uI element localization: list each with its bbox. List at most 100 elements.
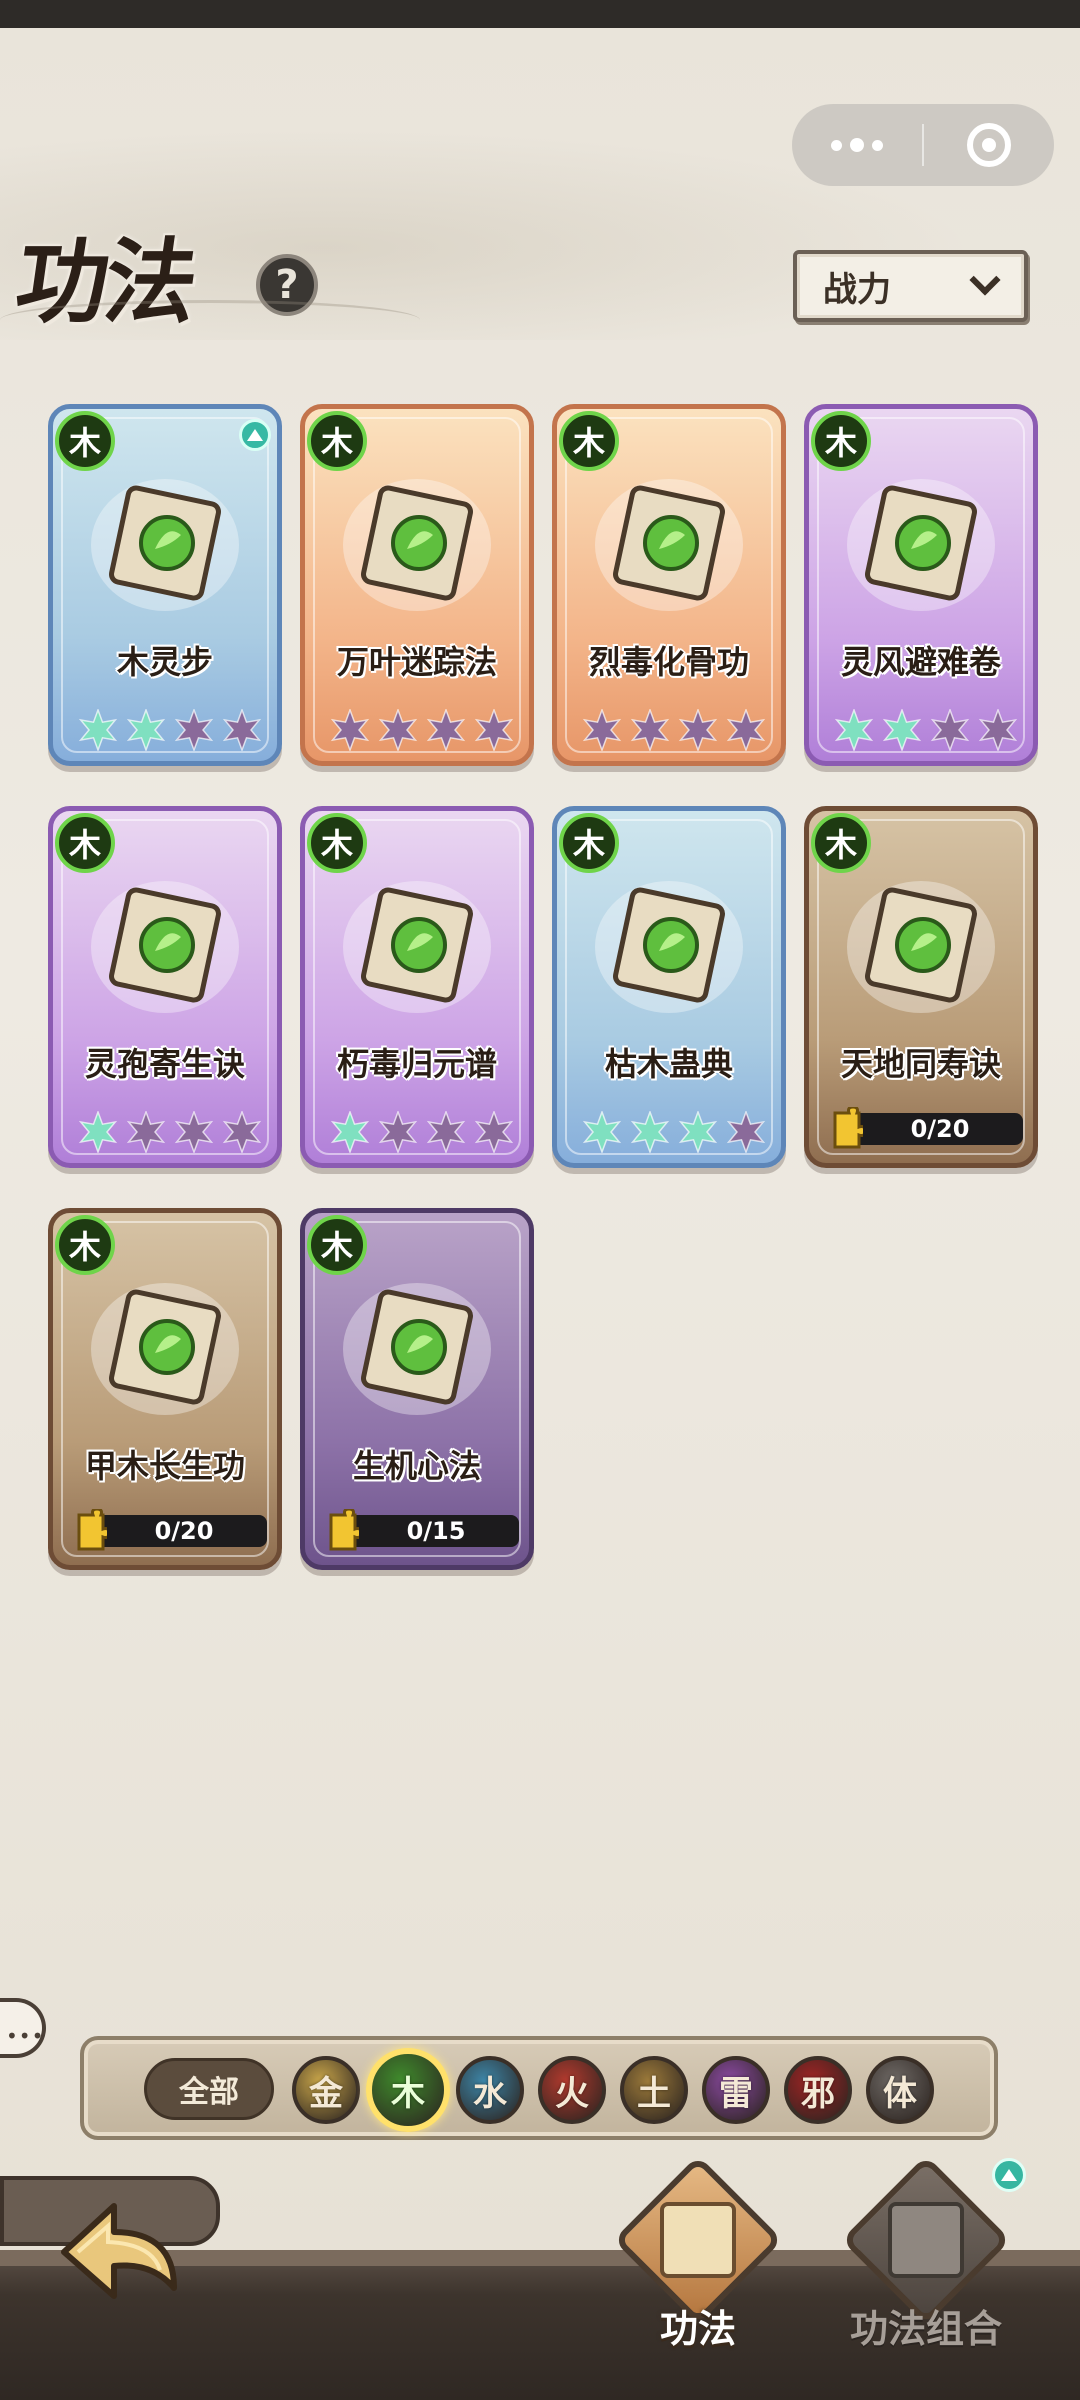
filter-element-button[interactable]: 雷 bbox=[702, 2056, 770, 2124]
skill-card[interactable]: 木枯木蛊典 bbox=[552, 806, 786, 1168]
filter-element-button[interactable]: 体 bbox=[866, 2056, 934, 2124]
star-rating bbox=[329, 1111, 515, 1153]
skill-book-icon bbox=[343, 881, 491, 1013]
element-badge: 木 bbox=[55, 411, 115, 471]
fragment-count: 0/20 bbox=[847, 1113, 1023, 1145]
star-rating bbox=[581, 709, 767, 751]
skill-book-icon bbox=[847, 881, 995, 1013]
star-icon bbox=[881, 709, 923, 751]
skill-name: 万叶迷踪法 bbox=[336, 643, 497, 681]
star-icon bbox=[677, 1111, 719, 1153]
element-badge: 木 bbox=[55, 1215, 115, 1275]
skill-card[interactable]: 木木灵步 bbox=[48, 404, 282, 766]
element-badge: 木 bbox=[307, 813, 367, 873]
element-badge: 木 bbox=[811, 813, 871, 873]
star-icon bbox=[125, 1111, 167, 1153]
upgrade-arrow-icon bbox=[239, 419, 271, 451]
star-icon bbox=[125, 709, 167, 751]
star-icon bbox=[173, 709, 215, 751]
skill-name: 朽毒归元谱 bbox=[336, 1045, 497, 1083]
cloud-decoration bbox=[0, 300, 420, 340]
puzzle-piece-icon bbox=[77, 1509, 107, 1551]
chat-bubble-icon[interactable]: ••• bbox=[0, 1998, 46, 2058]
target-icon[interactable] bbox=[924, 104, 1054, 186]
element-badge: 木 bbox=[559, 813, 619, 873]
tab-gongfa-label: 功法 bbox=[659, 2307, 736, 2351]
star-rating bbox=[329, 709, 515, 751]
skill-card[interactable]: 木万叶迷踪法 bbox=[300, 404, 534, 766]
star-icon bbox=[221, 1111, 263, 1153]
status-bar bbox=[0, 0, 1080, 28]
fragment-progress: 0/15 bbox=[325, 1509, 521, 1551]
skill-book-icon bbox=[343, 479, 491, 611]
star-icon bbox=[473, 1111, 515, 1153]
filter-element-button[interactable]: 土 bbox=[620, 2056, 688, 2124]
skill-name: 灵孢寄生诀 bbox=[84, 1045, 245, 1083]
star-icon bbox=[77, 709, 119, 751]
tab-gongfa[interactable]: 功法 bbox=[598, 2155, 798, 2360]
star-icon bbox=[221, 709, 263, 751]
filter-element-button[interactable]: 木 bbox=[366, 2048, 450, 2132]
skill-card[interactable]: 木烈毒化骨功 bbox=[552, 404, 786, 766]
skill-card[interactable]: 木朽毒归元谱 bbox=[300, 806, 534, 1168]
mini-program-capsule[interactable] bbox=[792, 104, 1054, 186]
star-icon bbox=[581, 1111, 623, 1153]
sort-selected-label: 战力 bbox=[823, 269, 891, 310]
scroll-icon bbox=[660, 2202, 736, 2278]
star-icon bbox=[77, 1111, 119, 1153]
element-badge: 木 bbox=[307, 411, 367, 471]
skill-card[interactable]: 木生机心法 0/15 bbox=[300, 1208, 534, 1570]
skill-name: 天地同寿诀 bbox=[840, 1045, 1001, 1083]
skill-book-icon bbox=[343, 1283, 491, 1415]
filter-element-button[interactable]: 邪 bbox=[784, 2056, 852, 2124]
skill-book-icon bbox=[91, 881, 239, 1013]
star-rating bbox=[77, 1111, 263, 1153]
skill-book-icon bbox=[91, 479, 239, 611]
star-icon bbox=[377, 709, 419, 751]
tab-gongfa-combo[interactable]: 功法组合 bbox=[826, 2155, 1026, 2360]
fragment-progress: 0/20 bbox=[829, 1107, 1025, 1149]
back-arrow-icon[interactable] bbox=[56, 2192, 186, 2312]
star-icon bbox=[377, 1111, 419, 1153]
tab-gongfa-combo-label: 功法组合 bbox=[849, 2307, 1002, 2351]
skill-card[interactable]: 木灵孢寄生诀 bbox=[48, 806, 282, 1168]
star-icon bbox=[629, 709, 671, 751]
skill-card[interactable]: 木灵风避难卷 bbox=[804, 404, 1038, 766]
chevron-down-icon bbox=[969, 264, 1001, 296]
star-icon bbox=[629, 1111, 671, 1153]
skill-name: 枯木蛊典 bbox=[604, 1045, 733, 1083]
skill-name: 灵风避难卷 bbox=[840, 643, 1001, 681]
puzzle-piece-icon bbox=[833, 1107, 863, 1149]
star-icon bbox=[581, 709, 623, 751]
star-icon bbox=[677, 709, 719, 751]
skill-card[interactable]: 木天地同寿诀 0/20 bbox=[804, 806, 1038, 1168]
star-icon bbox=[329, 709, 371, 751]
puzzle-piece-icon bbox=[329, 1509, 359, 1551]
skill-name: 烈毒化骨功 bbox=[588, 643, 749, 681]
fragment-count: 0/20 bbox=[91, 1515, 267, 1547]
star-icon bbox=[929, 709, 971, 751]
skill-card[interactable]: 木甲木长生功 0/20 bbox=[48, 1208, 282, 1570]
skill-card-grid: 木木灵步木万叶迷踪法木烈毒化骨功木灵风避难卷木灵孢寄生诀木朽毒归元谱木枯木蛊典木… bbox=[48, 404, 1044, 1584]
star-rating bbox=[833, 709, 1019, 751]
star-icon bbox=[977, 709, 1019, 751]
element-badge: 木 bbox=[811, 411, 871, 471]
skill-book-icon bbox=[847, 479, 995, 611]
filter-all-button[interactable]: 全部 bbox=[144, 2058, 274, 2120]
filter-element-button[interactable]: 火 bbox=[538, 2056, 606, 2124]
skill-book-icon bbox=[595, 479, 743, 611]
skill-book-icon bbox=[595, 881, 743, 1013]
star-icon bbox=[473, 709, 515, 751]
filter-element-button[interactable]: 金 bbox=[292, 2056, 360, 2124]
star-rating bbox=[77, 709, 263, 751]
element-filter-bar: 全部 金木水火土雷邪体 bbox=[80, 2036, 998, 2140]
star-icon bbox=[833, 709, 875, 751]
filter-element-button[interactable]: 水 bbox=[456, 2056, 524, 2124]
skill-book-icon bbox=[91, 1283, 239, 1415]
more-dots-icon[interactable] bbox=[792, 104, 922, 186]
element-badge: 木 bbox=[55, 813, 115, 873]
skill-name: 甲木长生功 bbox=[84, 1447, 245, 1485]
sort-dropdown[interactable]: 战力 bbox=[793, 250, 1028, 322]
fragment-progress: 0/20 bbox=[73, 1509, 269, 1551]
element-badge: 木 bbox=[559, 411, 619, 471]
